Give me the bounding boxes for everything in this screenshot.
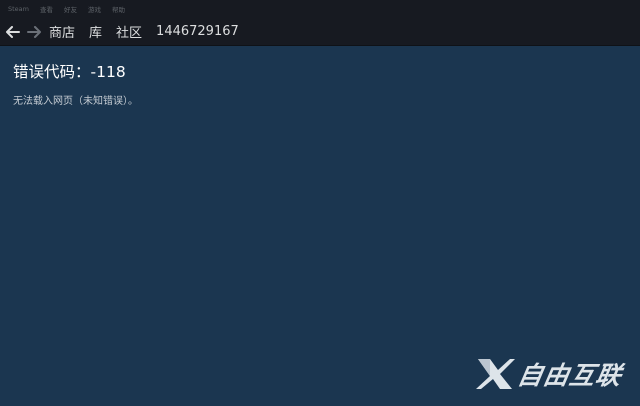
back-arrow-icon[interactable]	[4, 23, 22, 41]
menu-help[interactable]: 帮助	[112, 4, 125, 14]
nav-bar: 商店 库 社区 1446729167	[0, 18, 640, 46]
menu-view[interactable]: 查看	[40, 4, 53, 14]
error-title: 错误代码：-118	[13, 63, 126, 81]
forward-arrow-icon[interactable]	[25, 23, 43, 41]
nav-store[interactable]: 商店	[49, 22, 75, 41]
nav-community[interactable]: 社区	[116, 22, 142, 41]
nav-library[interactable]: 库	[89, 22, 102, 41]
menu-games[interactable]: 游戏	[88, 4, 101, 14]
watermark-text: 自由互联	[515, 361, 625, 390]
menu-bar: Steam 查看 好友 游戏 帮助	[0, 0, 640, 18]
steam-window: Steam 查看 好友 游戏 帮助 商店 库 社区 1446729167 错误代…	[0, 0, 640, 406]
nav-profile[interactable]: 1446729167	[156, 24, 239, 39]
menu-friends[interactable]: 好友	[64, 4, 77, 14]
error-message: 无法载入网页（未知错误）。	[13, 96, 138, 107]
error-content: 错误代码：-118 无法载入网页（未知错误）。	[13, 62, 138, 107]
watermark: 自由互联	[475, 356, 625, 392]
x-logo-icon	[475, 359, 515, 389]
menu-steam[interactable]: Steam	[8, 5, 29, 13]
